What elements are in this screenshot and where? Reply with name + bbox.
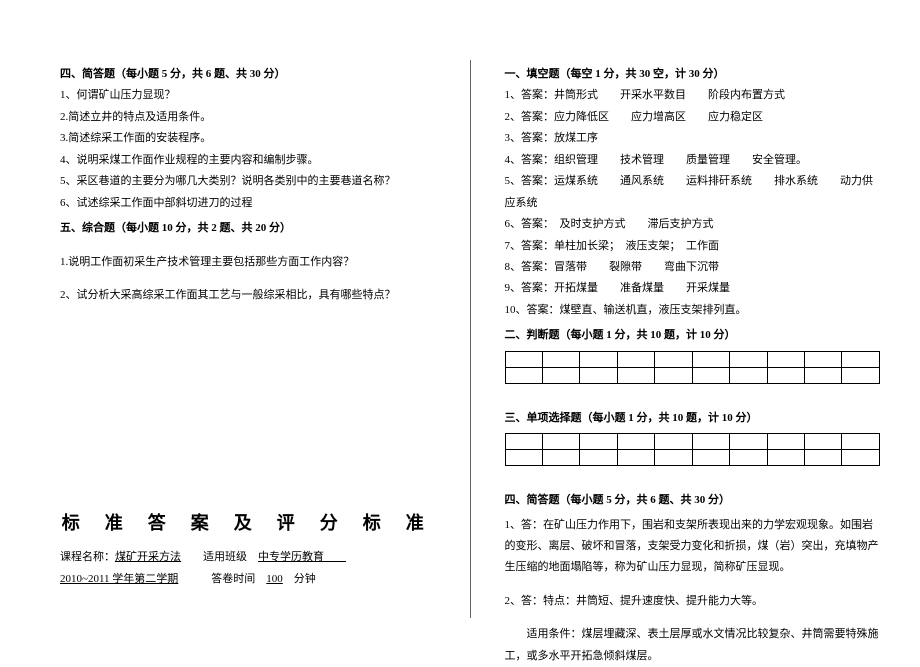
ans4-2a: 2、答：特点：井筒短、提升速度快、提升能力大等。: [505, 591, 881, 612]
q5-2: 2、试分析大采高综采工作面其工艺与一般综采相比，具有哪些特点？: [60, 285, 436, 306]
right-column: 一、填空题（每空 1 分，共 30 空，计 30 分） 1、答案：井筒形式 开采…: [495, 60, 881, 618]
ans-8: 8、答案：冒落带 裂隙带 弯曲下沉带: [505, 257, 881, 278]
q4-5: 5、采区巷道的主要分为哪几大类别？说明各类别中的主要巷道名称？: [60, 171, 436, 192]
meta-time-value: 100: [266, 573, 283, 585]
sec2-heading: 二、判断题（每小题 1 分，共 10 题，计 10 分）: [505, 325, 881, 346]
ans-2: 2、答案：应力降低区 应力增高区 应力稳定区: [505, 107, 881, 128]
meta-line-2: 2010~2011 学年第二学期 答卷时间 100 分钟: [60, 569, 436, 590]
meta-line-1: 课程名称：煤矿开采方法 适用班级 中专学历教育: [60, 547, 436, 568]
sec4-ans-heading: 四、简答题（每小题 5 分，共 6 题、共 30 分）: [505, 490, 881, 511]
sec1-heading: 一、填空题（每空 1 分，共 30 空，计 30 分）: [505, 64, 881, 85]
table-row: [505, 367, 880, 383]
sec3-heading: 三、单项选择题（每小题 1 分，共 10 题，计 10 分）: [505, 408, 881, 429]
left-column: 四、简答题（每小题 5 分，共 6 题、共 30 分） 1、何谓矿山压力显现？ …: [60, 60, 446, 618]
meta-time-label: 答卷时间: [178, 573, 266, 585]
meta-class-value: 中专学历教育: [258, 551, 324, 563]
ans-10: 10、答案：煤壁直、输送机直，液压支架排列直。: [505, 300, 881, 321]
ans-1: 1、答案：井筒形式 开采水平数目 阶段内布置方式: [505, 85, 881, 106]
meta-class-pad: [324, 551, 346, 563]
meta-time-unit: 分钟: [283, 573, 316, 585]
ans-5: 5、答案：运煤系统 通风系统 运料排矸系统 排水系统 动力供应系统: [505, 171, 881, 214]
ans-9: 9、答案：开拓煤量 准备煤量 开采煤量: [505, 278, 881, 299]
ans-4: 4、答案：组织管理 技术管理 质量管理 安全管理。: [505, 150, 881, 171]
ans4-2b: 适用条件：煤层埋藏深、表土层厚或水文情况比较复杂、井筒需要特殊施工，或多水平开拓…: [505, 624, 881, 667]
q5-1: 1.说明工作面初采生产技术管理主要包括那些方面工作内容？: [60, 252, 436, 273]
q4-6: 6、试述综采工作面中部斜切进刀的过程: [60, 193, 436, 214]
q4-2: 2.简述立井的特点及适用条件。: [60, 107, 436, 128]
answer-key-title: 标 准 答 案 及 评 分 标 准: [60, 506, 436, 541]
sec5-heading: 五、综合题（每小题 10 分，共 2 题、共 20 分）: [60, 218, 436, 239]
meta-course-value: 煤矿开采方法: [115, 551, 181, 563]
judgment-grid: [505, 351, 881, 384]
q4-4: 4、说明采煤工作面作业规程的主要内容和编制步骤。: [60, 150, 436, 171]
ans-7: 7、答案：单柱加长梁； 液压支架； 工作面: [505, 236, 881, 257]
meta-course-label: 课程名称：: [60, 551, 115, 563]
column-divider: [470, 60, 471, 618]
sec4-heading: 四、简答题（每小题 5 分，共 6 题、共 30 分）: [60, 64, 436, 85]
ans-6: 6、答案： 及时支护方式 滞后支护方式: [505, 214, 881, 235]
choice-grid: [505, 433, 881, 466]
table-row: [505, 351, 880, 367]
ans4-1: 1、答：在矿山压力作用下，围岩和支架所表现出来的力学宏观现象。如围岩的变形、离层…: [505, 515, 881, 579]
meta-class-label: 适用班级: [181, 551, 258, 563]
page-container: 四、简答题（每小题 5 分，共 6 题、共 30 分） 1、何谓矿山压力显现？ …: [0, 0, 920, 638]
q4-1: 1、何谓矿山压力显现？: [60, 85, 436, 106]
ans-3: 3、答案：放煤工序: [505, 128, 881, 149]
meta-term: 2010~2011 学年第二学期: [60, 573, 178, 585]
q4-3: 3.简述综采工作面的安装程序。: [60, 128, 436, 149]
table-row: [505, 434, 880, 450]
table-row: [505, 450, 880, 466]
